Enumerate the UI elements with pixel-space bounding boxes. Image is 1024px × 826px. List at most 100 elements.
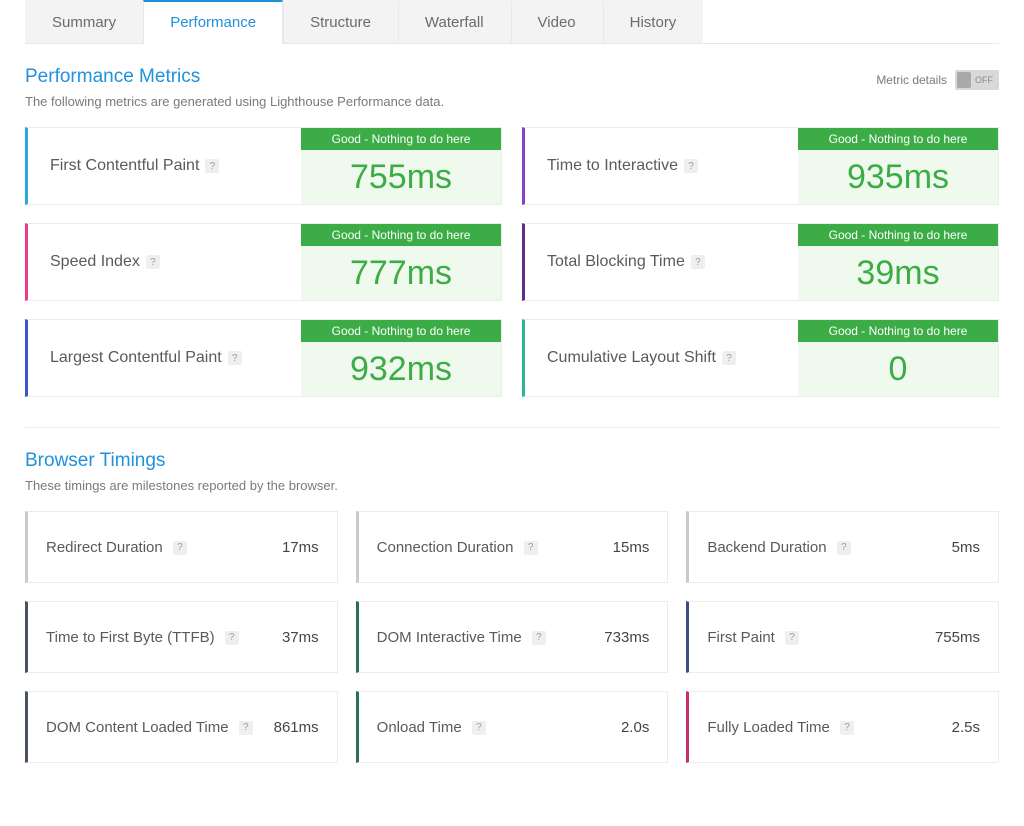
tab-structure[interactable]: Structure — [283, 0, 398, 43]
help-icon[interactable]: ? — [146, 255, 160, 269]
timing-label-domcl: DOM Content Loaded Time ? — [46, 719, 253, 736]
metric-status-lcp: Good - Nothing to do here — [301, 320, 501, 342]
metric-card-si: Speed Index ? Good - Nothing to do here … — [25, 223, 502, 301]
metric-status-tbt: Good - Nothing to do here — [798, 224, 998, 246]
timing-card-ttfb: Time to First Byte (TTFB) ? 37ms — [25, 601, 338, 673]
performance-metrics-section: Performance Metrics The following metric… — [25, 44, 999, 397]
tab-history[interactable]: History — [603, 0, 704, 43]
metric-details-toggle[interactable]: OFF — [955, 70, 999, 90]
metric-value-tti: Good - Nothing to do here 935ms — [798, 128, 998, 204]
help-icon[interactable]: ? — [840, 721, 854, 735]
metric-value-fcp: Good - Nothing to do here 755ms — [301, 128, 501, 204]
tab-performance[interactable]: Performance — [143, 0, 283, 44]
metric-card-cls: Cumulative Layout Shift ? Good - Nothing… — [522, 319, 999, 397]
timing-label-connection: Connection Duration ? — [377, 539, 538, 556]
timing-value-ttfb: 37ms — [274, 629, 319, 646]
metric-value-si: Good - Nothing to do here 777ms — [301, 224, 501, 300]
metric-status-si: Good - Nothing to do here — [301, 224, 501, 246]
timing-value-redirect: 17ms — [274, 539, 319, 556]
metric-label-cls: Cumulative Layout Shift ? — [525, 320, 798, 396]
timing-card-domcl: DOM Content Loaded Time ? 861ms — [25, 691, 338, 763]
browser-timings-title: Browser Timings — [25, 450, 999, 472]
help-icon[interactable]: ? — [532, 631, 546, 645]
help-icon[interactable]: ? — [173, 541, 187, 555]
browser-timings-subtitle: These timings are milestones reported by… — [25, 478, 999, 493]
metric-card-tbt: Total Blocking Time ? Good - Nothing to … — [522, 223, 999, 301]
metric-status-cls: Good - Nothing to do here — [798, 320, 998, 342]
metric-value-lcp-number: 932ms — [301, 342, 501, 396]
timing-value-domcl: 861ms — [266, 719, 319, 736]
timing-label-onload-text: Onload Time — [377, 719, 462, 736]
help-icon[interactable]: ? — [228, 351, 242, 365]
help-icon[interactable]: ? — [205, 159, 219, 173]
timing-label-backend: Backend Duration ? — [707, 539, 850, 556]
timing-card-fpaint: First Paint ? 755ms — [686, 601, 999, 673]
timing-card-backend: Backend Duration ? 5ms — [686, 511, 999, 583]
help-icon[interactable]: ? — [225, 631, 239, 645]
metric-details-toggle-wrap: Metric details OFF — [876, 70, 999, 90]
metric-value-tbt-number: 39ms — [798, 246, 998, 300]
tab-video[interactable]: Video — [511, 0, 603, 43]
help-icon[interactable]: ? — [239, 721, 253, 735]
tab-summary[interactable]: Summary — [25, 0, 143, 43]
help-icon[interactable]: ? — [684, 159, 698, 173]
metric-label-lcp-text: Largest Contentful Paint — [50, 349, 222, 367]
toggle-knob — [957, 72, 971, 88]
metric-status-fcp: Good - Nothing to do here — [301, 128, 501, 150]
metric-label-si-text: Speed Index — [50, 253, 140, 271]
timing-label-ttfb: Time to First Byte (TTFB) ? — [46, 629, 239, 646]
timing-value-fully: 2.5s — [944, 719, 980, 736]
metric-label-cls-text: Cumulative Layout Shift — [547, 349, 716, 367]
browser-timings-grid: Redirect Duration ? 17ms Connection Dura… — [25, 511, 999, 763]
metric-value-cls: Good - Nothing to do here 0 — [798, 320, 998, 396]
help-icon[interactable]: ? — [472, 721, 486, 735]
timing-card-fully: Fully Loaded Time ? 2.5s — [686, 691, 999, 763]
help-icon[interactable]: ? — [691, 255, 705, 269]
timing-label-onload: Onload Time ? — [377, 719, 486, 736]
metric-label-tbt-text: Total Blocking Time — [547, 253, 685, 271]
timing-label-ttfb-text: Time to First Byte (TTFB) — [46, 629, 215, 646]
help-icon[interactable]: ? — [524, 541, 538, 555]
timing-card-onload: Onload Time ? 2.0s — [356, 691, 669, 763]
metric-details-label: Metric details — [876, 73, 947, 87]
metric-label-si: Speed Index ? — [28, 224, 301, 300]
timing-label-domint-text: DOM Interactive Time — [377, 629, 522, 646]
timing-value-connection: 15ms — [605, 539, 650, 556]
metric-value-tbt: Good - Nothing to do here 39ms — [798, 224, 998, 300]
main-tabs: Summary Performance Structure Waterfall … — [25, 0, 999, 44]
metric-label-tti-text: Time to Interactive — [547, 157, 678, 175]
metric-status-tti: Good - Nothing to do here — [798, 128, 998, 150]
metric-card-tti: Time to Interactive ? Good - Nothing to … — [522, 127, 999, 205]
timing-card-redirect: Redirect Duration ? 17ms — [25, 511, 338, 583]
performance-metrics-grid: First Contentful Paint ? Good - Nothing … — [25, 127, 999, 397]
metric-value-si-number: 777ms — [301, 246, 501, 300]
metric-card-lcp: Largest Contentful Paint ? Good - Nothin… — [25, 319, 502, 397]
timing-label-domint: DOM Interactive Time ? — [377, 629, 546, 646]
help-icon[interactable]: ? — [785, 631, 799, 645]
timing-card-connection: Connection Duration ? 15ms — [356, 511, 669, 583]
performance-metrics-title: Performance Metrics — [25, 66, 444, 88]
metric-label-tti: Time to Interactive ? — [525, 128, 798, 204]
help-icon[interactable]: ? — [837, 541, 851, 555]
metric-label-tbt: Total Blocking Time ? — [525, 224, 798, 300]
performance-metrics-subtitle: The following metrics are generated usin… — [25, 94, 444, 109]
metric-value-tti-number: 935ms — [798, 150, 998, 204]
timing-label-redirect: Redirect Duration ? — [46, 539, 187, 556]
metric-label-fcp: First Contentful Paint ? — [28, 128, 301, 204]
timing-label-backend-text: Backend Duration — [707, 539, 826, 556]
tab-waterfall[interactable]: Waterfall — [398, 0, 511, 43]
timing-label-domcl-text: DOM Content Loaded Time — [46, 719, 229, 736]
toggle-state-label: OFF — [971, 75, 997, 85]
timing-value-domint: 733ms — [596, 629, 649, 646]
metric-value-lcp: Good - Nothing to do here 932ms — [301, 320, 501, 396]
timing-label-connection-text: Connection Duration — [377, 539, 514, 556]
metric-value-cls-number: 0 — [798, 342, 998, 396]
help-icon[interactable]: ? — [722, 351, 736, 365]
timing-value-fpaint: 755ms — [927, 629, 980, 646]
timing-value-onload: 2.0s — [613, 719, 649, 736]
browser-timings-section: Browser Timings These timings are milest… — [25, 428, 999, 763]
timing-label-fpaint: First Paint ? — [707, 629, 799, 646]
timing-value-backend: 5ms — [944, 539, 980, 556]
timing-label-fully-text: Fully Loaded Time — [707, 719, 830, 736]
timing-label-redirect-text: Redirect Duration — [46, 539, 163, 556]
